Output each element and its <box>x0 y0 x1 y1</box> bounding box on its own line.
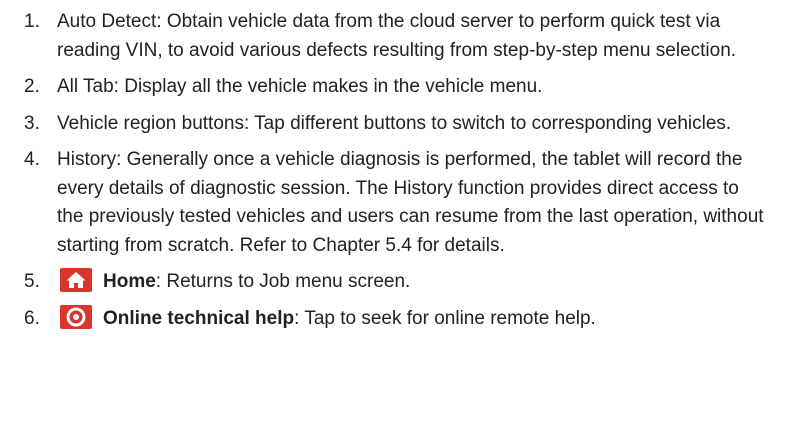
list-item-text: Vehicle region buttons: Tap different bu… <box>57 112 732 134</box>
online-help-label: Online technical help <box>103 307 295 329</box>
list-item-number: 2. <box>24 76 40 97</box>
online-help-description: : Tap to seek for online remote help. <box>294 307 596 329</box>
home-icon <box>59 268 93 292</box>
home-label: Home <box>103 271 156 292</box>
list-item: 3. Vehicle region buttons: Tap different… <box>24 110 770 139</box>
list-item-text: All Tab: Display all the vehicle makes i… <box>57 76 543 97</box>
list-item-number: 1. <box>24 11 40 32</box>
list-item-number: 5. <box>24 271 40 292</box>
document-page: 1. Auto Detect: Obtain vehicle data from… <box>0 0 800 439</box>
online-help-icon <box>59 304 93 329</box>
list-item-text: Auto Detect: Obtain vehicle data from th… <box>57 11 737 61</box>
feature-list: 1. Auto Detect: Obtain vehicle data from… <box>24 8 770 333</box>
list-item: 4. History: Generally once a vehicle dia… <box>24 146 770 260</box>
list-item-number: 4. <box>24 149 40 170</box>
list-item: 5. Home: Returns to Job menu screen. <box>24 268 770 297</box>
list-item: 2. All Tab: Display all the vehicle make… <box>24 73 770 102</box>
list-item: 1. Auto Detect: Obtain vehicle data from… <box>24 8 770 65</box>
list-item-number: 6. <box>24 307 40 329</box>
list-item-number: 3. <box>24 112 40 134</box>
list-item: 6. Online technical help: Tap to seek fo… <box>24 304 770 334</box>
home-description: : Returns to Job menu screen. <box>155 271 411 292</box>
list-item-text: History: Generally once a vehicle diagno… <box>57 149 764 256</box>
